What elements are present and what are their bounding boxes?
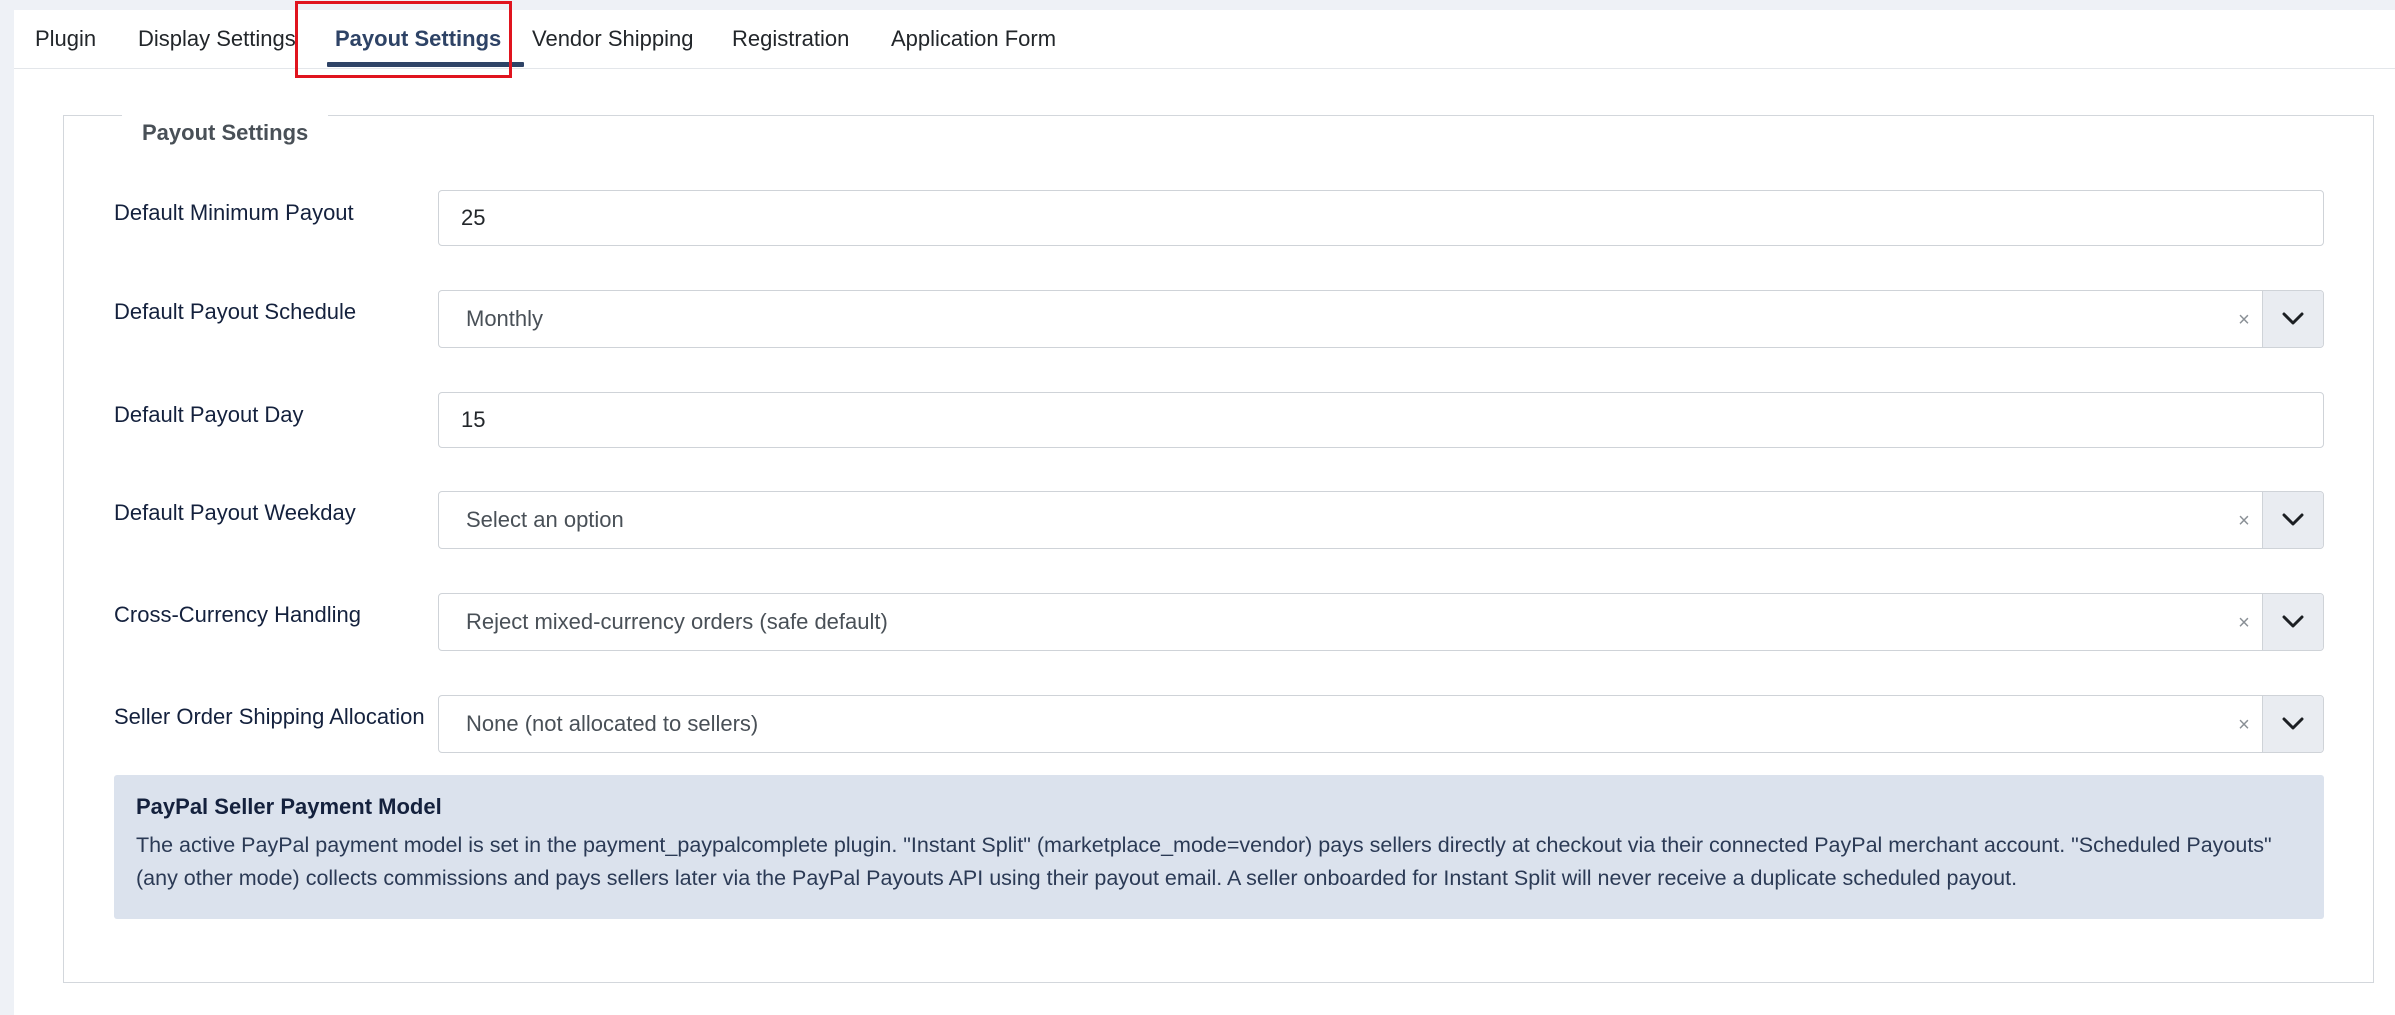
payout-schedule-value: Monthly (466, 306, 544, 331)
settings-panel: Plugin Display Settings Payout Settings … (14, 1, 2395, 1015)
payout-day-input[interactable] (438, 392, 2324, 448)
tab-bar: Plugin Display Settings Payout Settings … (14, 10, 2395, 69)
tab-registration[interactable]: Registration (732, 10, 849, 68)
chevron-down-icon[interactable] (2262, 696, 2323, 752)
payout-day-label: Default Payout Day (114, 402, 304, 427)
chevron-down-icon[interactable] (2262, 594, 2323, 650)
tab-display-settings[interactable]: Display Settings (138, 10, 296, 68)
paypal-info-alert: PayPal Seller Payment Model The active P… (114, 775, 2324, 919)
payout-schedule-label: Default Payout Schedule (114, 299, 357, 324)
fieldset-legend: Payout Settings (122, 112, 329, 154)
clear-icon[interactable]: × (2234, 594, 2254, 652)
payout-schedule-select[interactable]: Monthly × (438, 290, 2324, 348)
cross-currency-label: Cross-Currency Handling (114, 602, 361, 627)
cross-currency-value: Reject mixed-currency orders (safe defau… (466, 609, 888, 634)
chevron-down-icon[interactable] (2262, 291, 2323, 347)
min-payout-label: Default Minimum Payout (114, 200, 354, 225)
tab-plugin[interactable]: Plugin (35, 10, 96, 68)
shipping-allocation-value: None (not allocated to sellers) (466, 711, 759, 736)
clear-icon[interactable]: × (2234, 492, 2254, 550)
payout-weekday-select[interactable]: Select an option × (438, 491, 2324, 549)
payout-weekday-label: Default Payout Weekday (114, 500, 356, 525)
shipping-allocation-select[interactable]: None (not allocated to sellers) × (438, 695, 2324, 753)
tab-application-form[interactable]: Application Form (891, 10, 1056, 68)
info-body: The active PayPal payment model is set i… (136, 833, 2272, 890)
chevron-down-icon[interactable] (2262, 492, 2323, 548)
payout-weekday-placeholder: Select an option (466, 507, 624, 532)
clear-icon[interactable]: × (2234, 291, 2254, 349)
min-payout-input[interactable] (438, 190, 2324, 246)
tab-vendor-shipping[interactable]: Vendor Shipping (532, 10, 693, 68)
active-tab-underline (327, 62, 524, 67)
tab-payout-settings[interactable]: Payout Settings (335, 10, 501, 68)
cross-currency-select[interactable]: Reject mixed-currency orders (safe defau… (438, 593, 2324, 651)
info-title: PayPal Seller Payment Model (136, 794, 442, 819)
shipping-allocation-label: Seller Order Shipping Allocation (114, 704, 425, 729)
clear-icon[interactable]: × (2234, 696, 2254, 754)
